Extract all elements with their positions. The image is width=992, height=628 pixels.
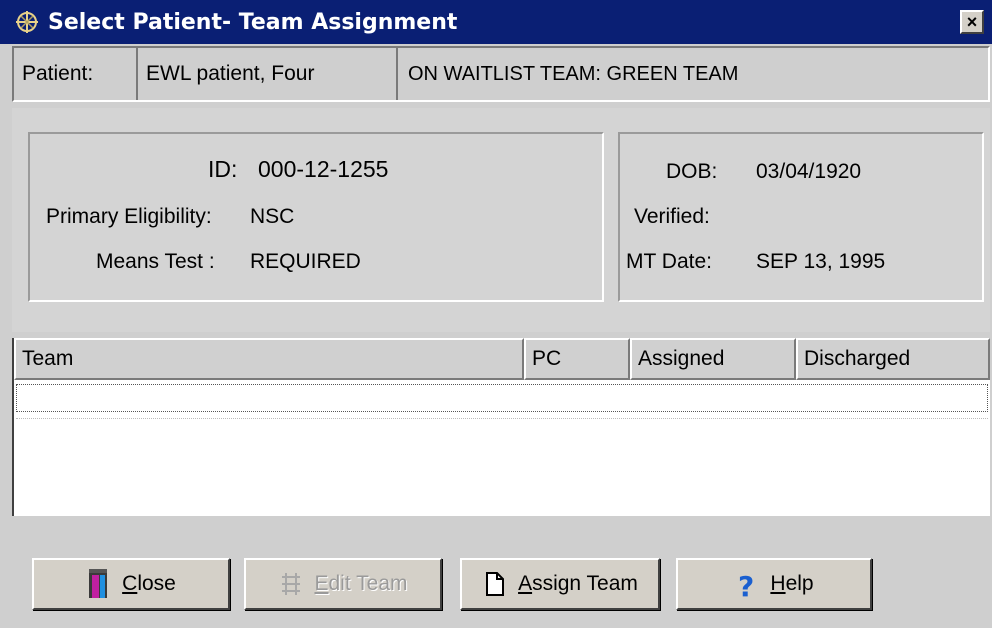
dob-value: 03/04/1920 xyxy=(756,160,862,183)
eligibility-value: NSC xyxy=(250,205,295,228)
close-window-button[interactable]: × xyxy=(960,10,984,34)
column-header-team[interactable]: Team xyxy=(14,338,524,380)
team-table[interactable]: Team PC Assigned Discharged xyxy=(12,338,990,516)
verified-label: Verified: xyxy=(634,205,710,228)
edit-team-icon xyxy=(282,573,301,595)
table-header: Team PC Assigned Discharged xyxy=(14,338,990,380)
help-button[interactable]: ? Help xyxy=(676,558,872,610)
id-value: 000-12-1255 xyxy=(258,156,389,182)
close-label: lose xyxy=(137,572,176,595)
mt-date-label: MT Date: xyxy=(626,250,712,273)
title-bar[interactable]: Select Patient- Team Assignment × xyxy=(0,0,992,44)
help-label: elp xyxy=(785,572,814,595)
patient-details: ID: 000-12-1255 Primary Eligibility: NSC… xyxy=(12,108,990,332)
close-icon: × xyxy=(966,12,978,32)
dob-label: DOB: xyxy=(666,160,718,183)
table-row[interactable] xyxy=(16,384,988,412)
mt-date-value: SEP 13, 1995 xyxy=(756,250,886,273)
close-button[interactable]: Close xyxy=(32,558,230,610)
column-header-pc[interactable]: PC xyxy=(524,338,630,380)
team-assignment-window: Select Patient- Team Assignment × Patien… xyxy=(0,0,992,628)
id-label: ID: xyxy=(208,156,238,182)
window-title: Select Patient- Team Assignment xyxy=(48,10,458,35)
means-test-label: Means Test : xyxy=(96,250,215,273)
means-test-value: REQUIRED xyxy=(250,250,361,273)
new-document-icon xyxy=(486,572,505,596)
door-icon xyxy=(89,569,108,598)
close-mnemonic: C xyxy=(122,572,138,595)
patient-header: Patient: EWL patient, Four ON WAITLIST T… xyxy=(12,46,990,102)
assign-team-button[interactable]: Assign Team xyxy=(460,558,660,610)
eligibility-panel: ID: 000-12-1255 Primary Eligibility: NSC… xyxy=(28,132,604,302)
edit-team-label: dit Team xyxy=(328,572,408,595)
patient-label: Patient: xyxy=(14,48,138,100)
help-mnemonic: H xyxy=(770,572,786,595)
edit-team-mnemonic: E xyxy=(314,572,329,595)
eligibility-label: Primary Eligibility: xyxy=(46,205,212,228)
app-icon xyxy=(16,11,38,33)
row-divider xyxy=(16,418,988,419)
edit-team-button[interactable]: Edit Team xyxy=(244,558,442,610)
column-header-discharged[interactable]: Discharged xyxy=(796,338,990,380)
assign-team-label: ssign Team xyxy=(532,572,638,595)
column-header-assigned[interactable]: Assigned xyxy=(630,338,796,380)
dob-panel: DOB: 03/04/1920 Verified: MT Date: SEP 1… xyxy=(618,132,984,302)
assign-team-mnemonic: A xyxy=(518,572,533,595)
waitlist-status: ON WAITLIST TEAM: GREEN TEAM xyxy=(408,63,739,85)
patient-name: EWL patient, Four xyxy=(138,48,398,100)
svg-text:?: ? xyxy=(738,570,754,599)
question-mark-icon: ? xyxy=(738,570,754,599)
